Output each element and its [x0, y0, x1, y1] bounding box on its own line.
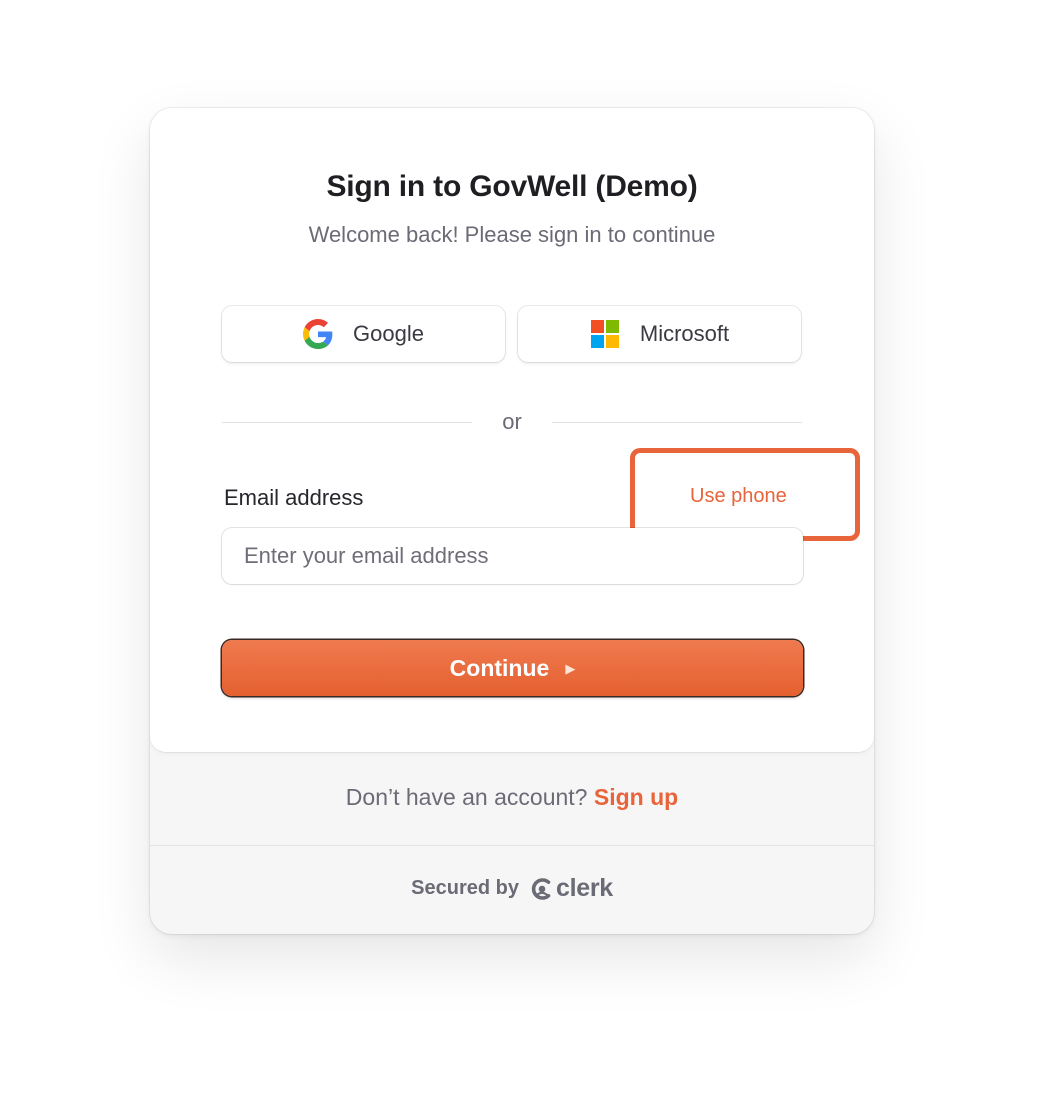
divider-line-right [552, 422, 802, 423]
clerk-brand-text: clerk [555, 874, 613, 902]
google-icon [303, 319, 333, 349]
email-field-label: Email address [224, 485, 364, 510]
google-button-label: Google [353, 321, 424, 346]
secured-by-clerk: Secured by clerk [150, 874, 874, 903]
divider-line-left [222, 422, 472, 423]
clerk-logo-icon [531, 877, 553, 900]
sign-up-link[interactable]: Sign up [594, 784, 678, 810]
sign-up-prompt: Don’t have an account? Sign up [150, 784, 874, 811]
use-phone-link[interactable]: Use phone [690, 485, 787, 508]
google-sign-in-button[interactable]: Google [222, 306, 505, 362]
microsoft-icon [590, 319, 620, 349]
microsoft-button-label: Microsoft [639, 321, 730, 346]
email-input[interactable] [222, 528, 803, 584]
sign-up-prompt-text: Don’t have an account? [345, 784, 588, 810]
continue-button[interactable]: Continue ▶ [222, 640, 803, 696]
page: Sign in to GovWell (Demo) Welcome back! … [0, 0, 1046, 1100]
continue-button-label: Continue [449, 654, 550, 681]
page-title: Sign in to GovWell (Demo) [326, 170, 698, 203]
microsoft-sign-in-button[interactable]: Microsoft [518, 306, 801, 362]
divider-or-text: or [502, 409, 522, 434]
play-arrow-icon: ▶ [565, 660, 576, 676]
sign-in-card: Sign in to GovWell (Demo) Welcome back! … [150, 108, 874, 934]
page-subtitle: Welcome back! Please sign in to continue [308, 222, 716, 247]
secured-by-text: Secured by [411, 877, 519, 899]
or-divider: or [222, 408, 802, 438]
sign-in-card-main: Sign in to GovWell (Demo) Welcome back! … [150, 108, 874, 752]
footer-divider [150, 845, 874, 846]
